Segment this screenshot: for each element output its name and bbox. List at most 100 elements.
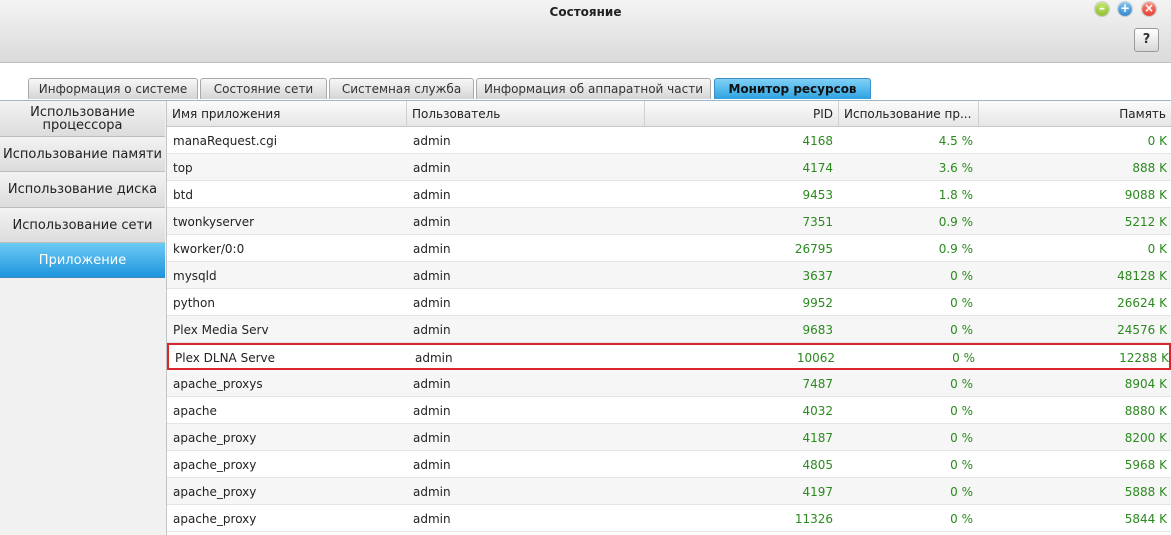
memory-cell: 888 K — [1132, 161, 1167, 175]
column-header-memory[interactable]: Память — [979, 101, 1171, 126]
help-button[interactable]: ? — [1134, 28, 1159, 52]
app-name-cell: Plex Media Serv — [173, 323, 269, 337]
app-name-cell: top — [173, 161, 193, 175]
window-title: Состояние — [549, 5, 622, 19]
pid-cell: 26795 — [794, 242, 833, 256]
table-row[interactable]: apache_proxy admin 4197 0 % 5888 K — [167, 478, 1171, 505]
user-cell: admin — [413, 431, 451, 445]
maximize-icon[interactable]: + — [1118, 2, 1132, 16]
app-name-cell: manaRequest.cgi — [173, 134, 278, 148]
app-name-cell: mysqld — [173, 269, 217, 283]
pid-cell: 4805 — [802, 458, 833, 472]
sidebar-item-label: Использование процессора — [30, 104, 135, 133]
user-cell: admin — [413, 215, 451, 229]
user-cell: admin — [413, 323, 451, 337]
cpu-usage-cell: 0 % — [950, 485, 973, 499]
table-row[interactable]: top admin 4174 3.6 % 888 K — [167, 154, 1171, 181]
pid-cell: 7351 — [802, 215, 833, 229]
table-row[interactable]: btd admin 9453 1.8 % 9088 K — [167, 181, 1171, 208]
pid-cell: 7487 — [802, 377, 833, 391]
table-row[interactable]: apache_proxy admin 4187 0 % 8200 K — [167, 424, 1171, 451]
tab-resource-monitor[interactable]: Монитор ресурсов — [714, 78, 871, 99]
tab-hardware-info[interactable]: Информация об аппаратной части — [476, 78, 711, 99]
user-cell: admin — [413, 134, 451, 148]
cpu-usage-cell: 1.8 % — [938, 188, 973, 202]
cpu-usage-cell: 0 % — [950, 404, 973, 418]
tab-network-status[interactable]: Состояние сети — [200, 78, 327, 99]
app-name-cell: apache_proxy — [173, 431, 257, 445]
memory-cell: 0 K — [1147, 242, 1167, 256]
table-row-selected[interactable]: Plex DLNA Serve admin 10062 0 % 12288 K — [167, 343, 1171, 370]
app-name-cell: apache — [173, 404, 217, 418]
user-cell: admin — [413, 404, 451, 418]
table-row[interactable]: kworker/0:0 admin 26795 0.9 % 0 K — [167, 235, 1171, 262]
sidebar-item-label: Использование памяти — [3, 146, 162, 162]
sidebar-item-memory[interactable]: Использование памяти — [0, 137, 165, 172]
tab-bar: Информация о системе Состояние сети Сист… — [0, 63, 1171, 101]
table-row[interactable]: apache admin 4032 0 % 8880 K — [167, 397, 1171, 424]
cpu-usage-cell: 0 % — [950, 323, 973, 337]
cpu-usage-cell: 0 % — [950, 377, 973, 391]
app-name-cell: python — [173, 296, 215, 310]
sidebar-item-cpu[interactable]: Использование процессора — [0, 101, 165, 137]
app-name-cell: apache_proxys — [173, 377, 263, 391]
table-row[interactable]: Plex Media Serv admin 9683 0 % 24576 K — [167, 316, 1171, 343]
table-row[interactable]: apache_proxy admin 11326 0 % 5844 K — [167, 505, 1171, 532]
memory-cell: 26624 K — [1117, 296, 1167, 310]
memory-cell: 8880 K — [1124, 404, 1167, 418]
memory-cell: 8904 K — [1124, 377, 1167, 391]
close-icon[interactable]: × — [1142, 2, 1156, 16]
sidebar: Использование процессора Использование п… — [0, 101, 167, 535]
cpu-usage-cell: 0.9 % — [938, 242, 973, 256]
cpu-usage-cell: 0 % — [950, 458, 973, 472]
memory-cell: 5968 K — [1124, 458, 1167, 472]
pid-cell: 4197 — [802, 485, 833, 499]
sidebar-item-disk[interactable]: Использование диска — [0, 172, 165, 208]
app-name-cell: btd — [173, 188, 193, 202]
minimize-icon[interactable]: – — [1095, 2, 1109, 16]
user-cell: admin — [413, 458, 451, 472]
process-table: Имя приложения Пользователь PID Использо… — [167, 101, 1171, 535]
app-name-cell: apache_proxy — [173, 458, 257, 472]
column-header-app-name[interactable]: Имя приложения — [167, 101, 407, 126]
column-header-user[interactable]: Пользователь — [407, 101, 645, 126]
table-row[interactable]: python admin 9952 0 % 26624 K — [167, 289, 1171, 316]
memory-cell: 5888 K — [1124, 485, 1167, 499]
user-cell: admin — [413, 377, 451, 391]
cpu-usage-cell: 0 % — [950, 512, 973, 526]
user-cell: admin — [413, 188, 451, 202]
cpu-usage-cell: 0 % — [950, 431, 973, 445]
sidebar-item-application[interactable]: Приложение — [0, 243, 165, 278]
title-bar: Состояние – + × ? — [0, 0, 1171, 63]
tab-system-info[interactable]: Информация о системе — [28, 78, 198, 99]
table-row[interactable]: mysqld admin 3637 0 % 48128 K — [167, 262, 1171, 289]
pid-cell: 4174 — [802, 161, 833, 175]
pid-cell: 9683 — [802, 323, 833, 337]
column-header-cpu-usage[interactable]: Использование пр... — [839, 101, 979, 126]
user-cell: admin — [413, 242, 451, 256]
pid-cell: 11326 — [794, 512, 833, 526]
user-cell: admin — [413, 161, 451, 175]
memory-cell: 12288 K — [1119, 351, 1169, 365]
table-row[interactable]: apache_proxys admin 7487 0 % 8904 K — [167, 370, 1171, 397]
app-name-cell: apache_proxy — [173, 512, 257, 526]
table-row[interactable]: manaRequest.cgi admin 4168 4.5 % 0 K — [167, 127, 1171, 154]
table-row[interactable]: twonkyserver admin 7351 0.9 % 5212 K — [167, 208, 1171, 235]
tab-system-service[interactable]: Системная служба — [329, 78, 474, 99]
table-header: Имя приложения Пользователь PID Использо… — [167, 101, 1171, 127]
memory-cell: 5212 K — [1124, 215, 1167, 229]
user-cell: admin — [413, 512, 451, 526]
app-name-cell: kworker/0:0 — [173, 242, 245, 256]
pid-cell: 4187 — [802, 431, 833, 445]
sidebar-item-label: Использование сети — [12, 217, 153, 233]
pid-cell: 9453 — [802, 188, 833, 202]
app-name-cell: apache_proxy — [173, 485, 257, 499]
table-row[interactable]: apache_proxy admin 4805 0 % 5968 K — [167, 451, 1171, 478]
user-cell: admin — [415, 351, 453, 365]
pid-cell: 3637 — [802, 269, 833, 283]
cpu-usage-cell: 4.5 % — [938, 134, 973, 148]
app-name-cell: Plex DLNA Serve — [175, 351, 276, 365]
sidebar-item-network[interactable]: Использование сети — [0, 208, 165, 243]
sidebar-item-label: Использование диска — [7, 182, 158, 197]
column-header-pid[interactable]: PID — [645, 101, 839, 126]
